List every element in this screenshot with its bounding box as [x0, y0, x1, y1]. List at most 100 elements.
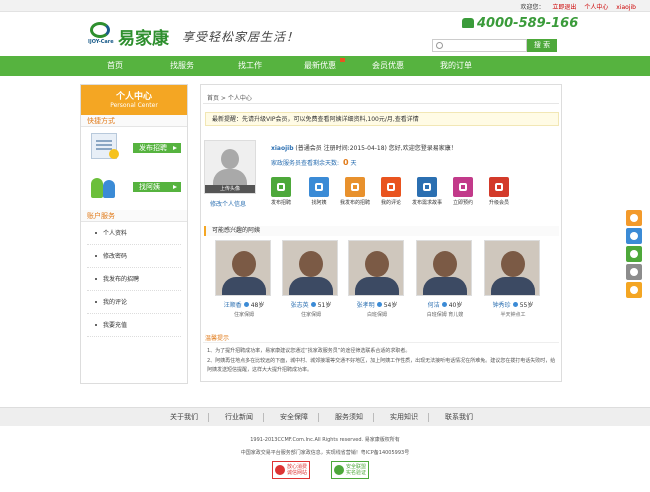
phone-icon — [462, 18, 474, 28]
header: IJOY-Care 易家康 享受轻松家居生活！ 4000-589-166 搜 索 — [0, 12, 650, 56]
caregiver-photo[interactable] — [282, 240, 338, 296]
divider — [203, 342, 559, 343]
function-label[interactable]: 升级会员 — [481, 199, 517, 206]
upload-avatar-button[interactable]: 上传头像 — [205, 185, 255, 193]
footer-knowledge[interactable]: 实用知识 — [390, 408, 418, 427]
sidebar-item-profile[interactable]: 个人资料 — [87, 222, 181, 245]
nav-find-job[interactable]: 找工作 — [220, 56, 280, 76]
caregiver-name-line: 张孝明 54岁 — [348, 300, 406, 309]
function-label[interactable]: 我的评论 — [373, 199, 409, 206]
caregiver-name[interactable]: 张志英 — [291, 302, 309, 309]
star-icon[interactable] — [381, 177, 401, 197]
edit-profile-link[interactable]: 修改个人信息 — [210, 199, 246, 208]
footer-contact[interactable]: 联系我们 — [445, 408, 473, 427]
float-phone-button[interactable] — [626, 210, 642, 226]
caregiver-name[interactable]: 汪顺香 — [224, 302, 242, 309]
nav-home[interactable]: 首页 — [85, 56, 145, 76]
search-icon[interactable] — [271, 177, 291, 197]
avatar-placeholder-icon — [221, 149, 239, 169]
house-icon[interactable] — [417, 177, 437, 197]
verified-icon — [512, 302, 518, 307]
security-badge[interactable]: 安全联盟 实名验证 — [331, 461, 369, 479]
function-label[interactable]: 我发布的招聘 — [337, 199, 373, 206]
quick-find: 找阿姨 — [81, 172, 187, 210]
nav-member-deals[interactable]: 会员优惠 — [358, 56, 418, 76]
user-name: xiaojib — [271, 145, 294, 152]
caregiver-photo[interactable] — [416, 240, 472, 296]
user-info: xiaojib (普通会员 注册时间:2015-04-18) 您好,欢迎您登录易… — [271, 143, 457, 152]
footer-links: 关于我们 行业新闻 安全保障 服务须知 实用知识 联系我们 — [0, 407, 650, 426]
float-wechat-button[interactable] — [626, 246, 642, 262]
weibo-icon — [630, 268, 638, 276]
tip-1: 1、为了提升招聘成功率，易家康建议您通过“找家政服务员”的途径筛选联系合适的求职… — [207, 348, 411, 354]
caregiver-name-line: 张志英 51岁 — [282, 300, 340, 309]
sidebar-item-my-reviews[interactable]: 我的评论 — [87, 291, 181, 314]
caregiver-name[interactable]: 钟秀珍 — [493, 302, 511, 309]
function-label[interactable]: 发布需求故事 — [409, 199, 445, 206]
nav-my-orders[interactable]: 我的订单 — [426, 56, 486, 76]
footer-security[interactable]: 安全保障 — [280, 408, 308, 427]
sidebar-item-my-jobs[interactable]: 我发布的招聘 — [87, 268, 181, 291]
find-aunt-button[interactable]: 找阿姨 — [133, 182, 181, 192]
sidebar-item-password[interactable]: 修改密码 — [87, 245, 181, 268]
logo-english: IJOY-Care — [88, 39, 114, 45]
caregiver-card[interactable]: 何洁 40岁白班保姆 育儿嫂 — [416, 240, 474, 330]
caregiver-photo[interactable] — [215, 240, 271, 296]
gift-icon[interactable] — [489, 177, 509, 197]
new-badge-icon — [340, 58, 345, 62]
caregiver-type: 住家保姆 — [233, 312, 254, 318]
caregiver-card[interactable]: 张志英 51岁 住家保姆 — [282, 240, 340, 330]
account-section-title: 账户服务 — [81, 210, 187, 222]
user-info-text: (普通会员 注册时间:2015-04-18) 您好,欢迎您登录易家康！ — [293, 145, 457, 152]
logo-icon — [90, 22, 110, 38]
days-value: 0 — [343, 158, 349, 167]
caregiver-card[interactable]: 汪顺香 48岁 住家保姆 — [215, 240, 273, 330]
caregiver-name-line: 钟秀珍 55岁 — [484, 300, 542, 309]
slogan: 享受轻松家居生活！ — [182, 30, 300, 44]
days-label: 家政服务员查看剩余天数: — [271, 160, 340, 167]
top-links: 欢迎您： 立即退出 个人中心 xiaojib — [514, 2, 636, 11]
footer-news[interactable]: 行业新闻 — [225, 408, 253, 427]
trust-badge[interactable]: 放心消费 诚信网站 — [272, 461, 310, 479]
calendar-icon[interactable] — [453, 177, 473, 197]
divider — [318, 413, 319, 422]
footer-about[interactable]: 关于我们 — [170, 408, 198, 427]
sidebar-header: 个人中心 Personal Center — [81, 85, 187, 115]
divider — [208, 413, 209, 422]
function-label[interactable]: 找阿姨 — [301, 199, 337, 206]
username-link[interactable]: xiaojib — [616, 4, 636, 11]
function-label[interactable]: 发布招聘 — [263, 199, 299, 206]
caregiver-type: 半天钟点工 — [500, 312, 526, 318]
caregiver-card[interactable]: 张孝明 54岁 白班保姆 — [348, 240, 406, 330]
publish-job-button[interactable]: 发布招聘 — [133, 143, 181, 153]
divider — [203, 103, 559, 104]
qq-icon — [630, 286, 638, 294]
logo[interactable]: IJOY-Care — [88, 22, 116, 45]
caregiver-photo[interactable] — [484, 240, 540, 296]
caregiver-name-line: 何洁 40岁 — [416, 300, 474, 309]
person-icon[interactable] — [309, 177, 329, 197]
caregiver-type: 白班保姆 育儿嫂 — [426, 312, 464, 318]
float-weibo-button[interactable] — [626, 264, 642, 280]
sidebar-item-recharge[interactable]: 我要充值 — [87, 314, 181, 337]
main-nav: 首页 找服务 找工作 最新优惠 会员优惠 我的订单 — [0, 56, 650, 76]
search-button[interactable]: 搜 索 — [527, 39, 557, 52]
personal-center-link[interactable]: 个人中心 — [584, 4, 608, 11]
caregiver-photo[interactable] — [348, 240, 404, 296]
caregiver-card[interactable]: 钟秀珍 55岁 半天钟点工 — [484, 240, 542, 330]
nav-find-service[interactable]: 找服务 — [152, 56, 212, 76]
float-chat-button[interactable] — [626, 228, 642, 244]
quick-section-title: 快捷方式 — [81, 115, 187, 127]
float-qq-button[interactable] — [626, 282, 642, 298]
avatar[interactable]: 上传头像 — [204, 140, 256, 194]
document-icon[interactable] — [345, 177, 365, 197]
logout-link[interactable]: 立即退出 — [552, 4, 576, 11]
footer-notice[interactable]: 服务须知 — [335, 408, 363, 427]
caregiver-name[interactable]: 张孝明 — [357, 302, 375, 309]
hotline: 4000-589-166 — [462, 16, 578, 31]
function-label[interactable]: 立即预约 — [445, 199, 481, 206]
notice-bar[interactable]: 最新提醒：先请升级VIP会员，可以免费查看阿姨详细资料,100元/月,查看详情 — [205, 112, 559, 126]
search-input[interactable] — [432, 39, 527, 52]
caregiver-name[interactable]: 何洁 — [428, 302, 440, 309]
caregiver-age: 51岁 — [317, 302, 332, 309]
